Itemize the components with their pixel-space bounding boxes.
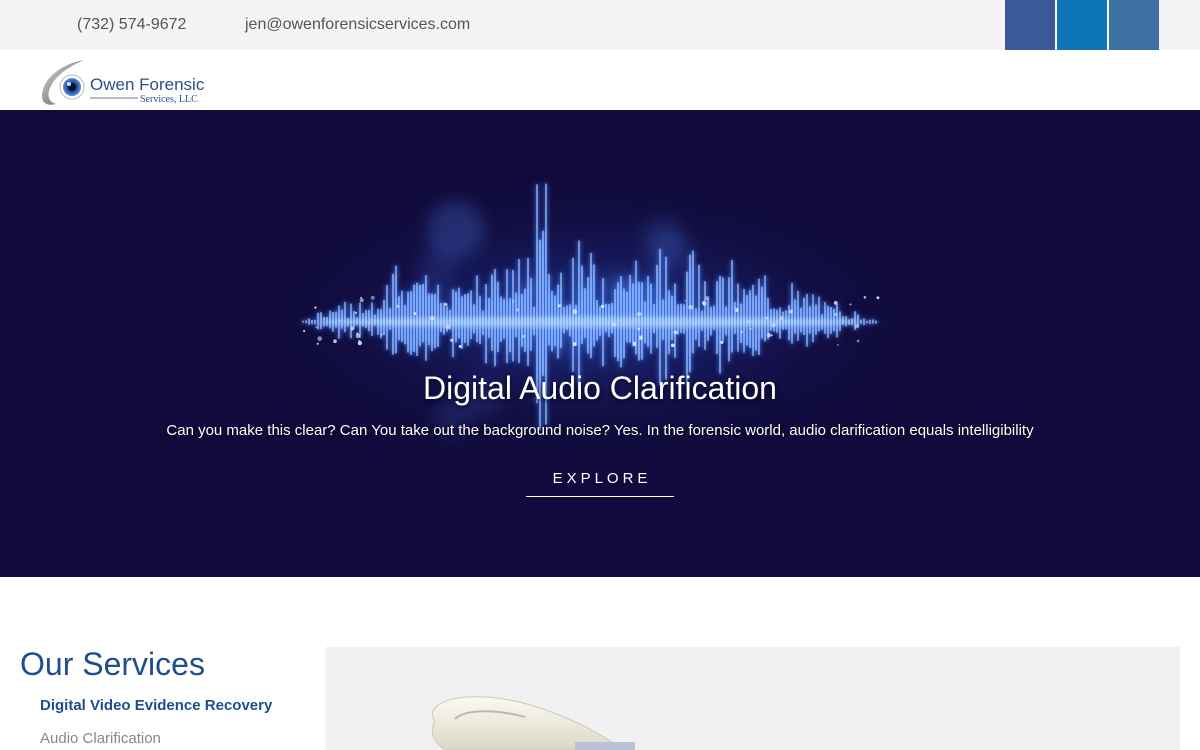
service-image xyxy=(325,647,1180,750)
audio-device-image xyxy=(431,696,635,750)
facebook-icon[interactable] xyxy=(1005,0,1055,50)
logo-subtitle: Services, LLC xyxy=(140,94,198,105)
service-link-audio-clarification[interactable]: Audio Clarification xyxy=(40,729,161,749)
services-heading: Our Services xyxy=(20,646,205,682)
social-link-icon[interactable] xyxy=(1109,0,1159,50)
service-link-video-recovery[interactable]: Digital Video Evidence Recovery xyxy=(40,696,272,716)
site-header: Owen Forensic Services, LLC xyxy=(0,50,1200,110)
top-contact-bar: (732) 574-9672 jen@owenforensicservices.… xyxy=(0,0,1200,50)
site-logo[interactable]: Owen Forensic Services, LLC xyxy=(40,58,210,106)
email-link[interactable]: jen@owenforensicservices.com xyxy=(245,15,470,35)
hero-title: Digital Audio Clarification xyxy=(423,370,777,406)
logo-name: Owen Forensic xyxy=(90,75,205,94)
hero-banner: Digital Audio Clarification Can you make… xyxy=(0,110,1200,577)
hero-description: Can you make this clear? Can You take ou… xyxy=(166,422,1034,439)
linkedin-icon[interactable] xyxy=(1057,0,1107,50)
explore-button[interactable]: EXPLORE xyxy=(526,466,674,497)
phone-number[interactable]: (732) 574-9672 xyxy=(77,15,186,35)
sound-wave-graphic xyxy=(260,180,920,460)
